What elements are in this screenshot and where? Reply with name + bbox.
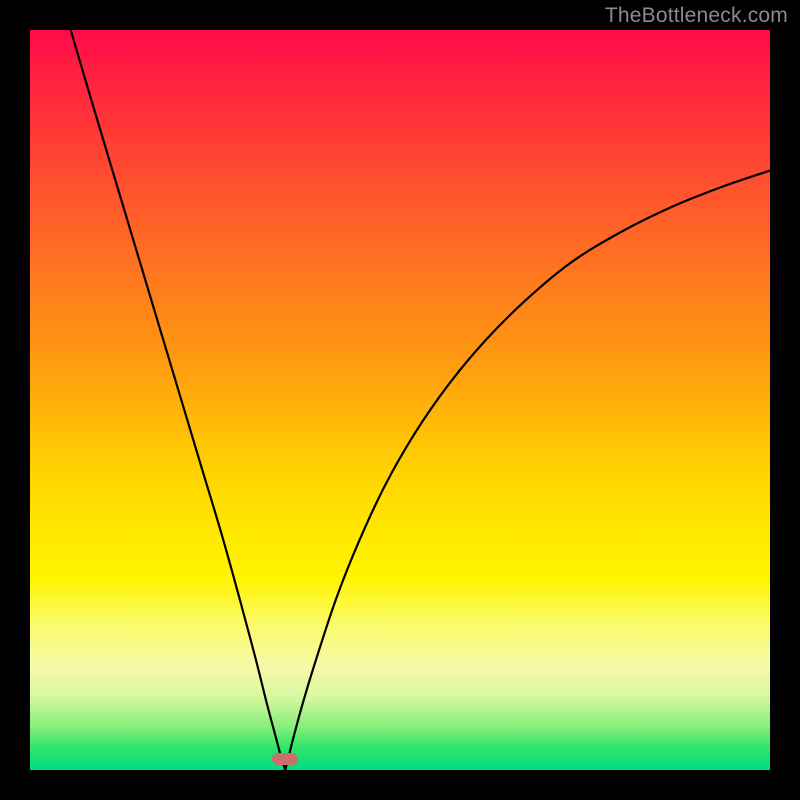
curve-left-branch <box>71 30 286 770</box>
curve-right-branch <box>285 171 770 770</box>
chart-frame: TheBottleneck.com <box>0 0 800 800</box>
bottleneck-marker <box>272 753 298 765</box>
chart-curve-svg <box>30 30 770 770</box>
watermark-text: TheBottleneck.com <box>605 4 788 28</box>
chart-gradient-area <box>30 30 770 770</box>
